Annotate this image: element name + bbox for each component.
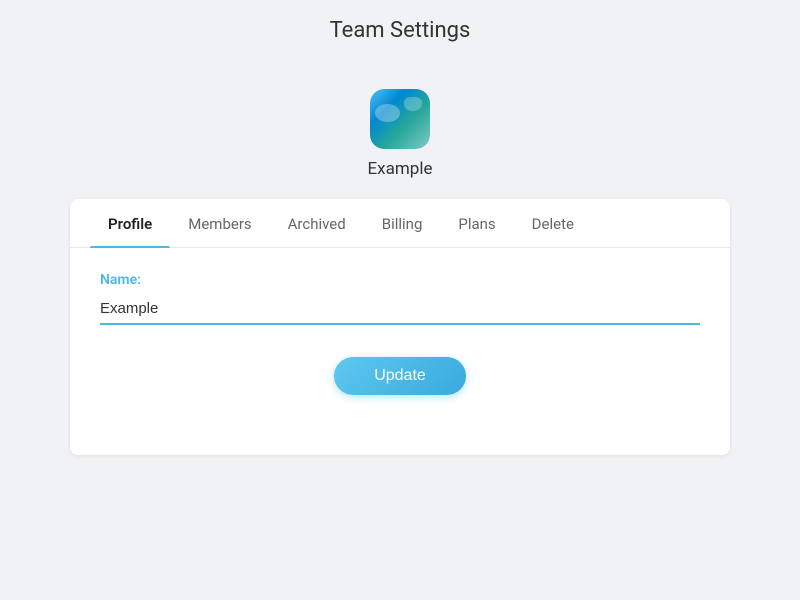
tab-archived[interactable]: Archived (270, 199, 364, 247)
update-button[interactable]: Update (334, 357, 466, 395)
tab-profile[interactable]: Profile (90, 199, 170, 247)
tab-billing[interactable]: Billing (364, 199, 441, 247)
team-name-label: Example (368, 159, 433, 179)
name-label: Name: (100, 272, 700, 288)
avatar[interactable] (370, 89, 430, 149)
tabs-nav: Profile Members Archived Billing Plans D… (70, 199, 730, 248)
tab-members[interactable]: Members (170, 199, 269, 247)
settings-content: Name: Update (70, 248, 730, 415)
name-input[interactable] (100, 296, 700, 325)
tab-plans[interactable]: Plans (440, 199, 513, 247)
settings-card: Profile Members Archived Billing Plans D… (70, 199, 730, 455)
tab-delete[interactable]: Delete (514, 199, 592, 247)
team-avatar-section: Example (0, 59, 800, 199)
page-title: Team Settings (0, 0, 800, 59)
update-button-container: Update (100, 357, 700, 395)
